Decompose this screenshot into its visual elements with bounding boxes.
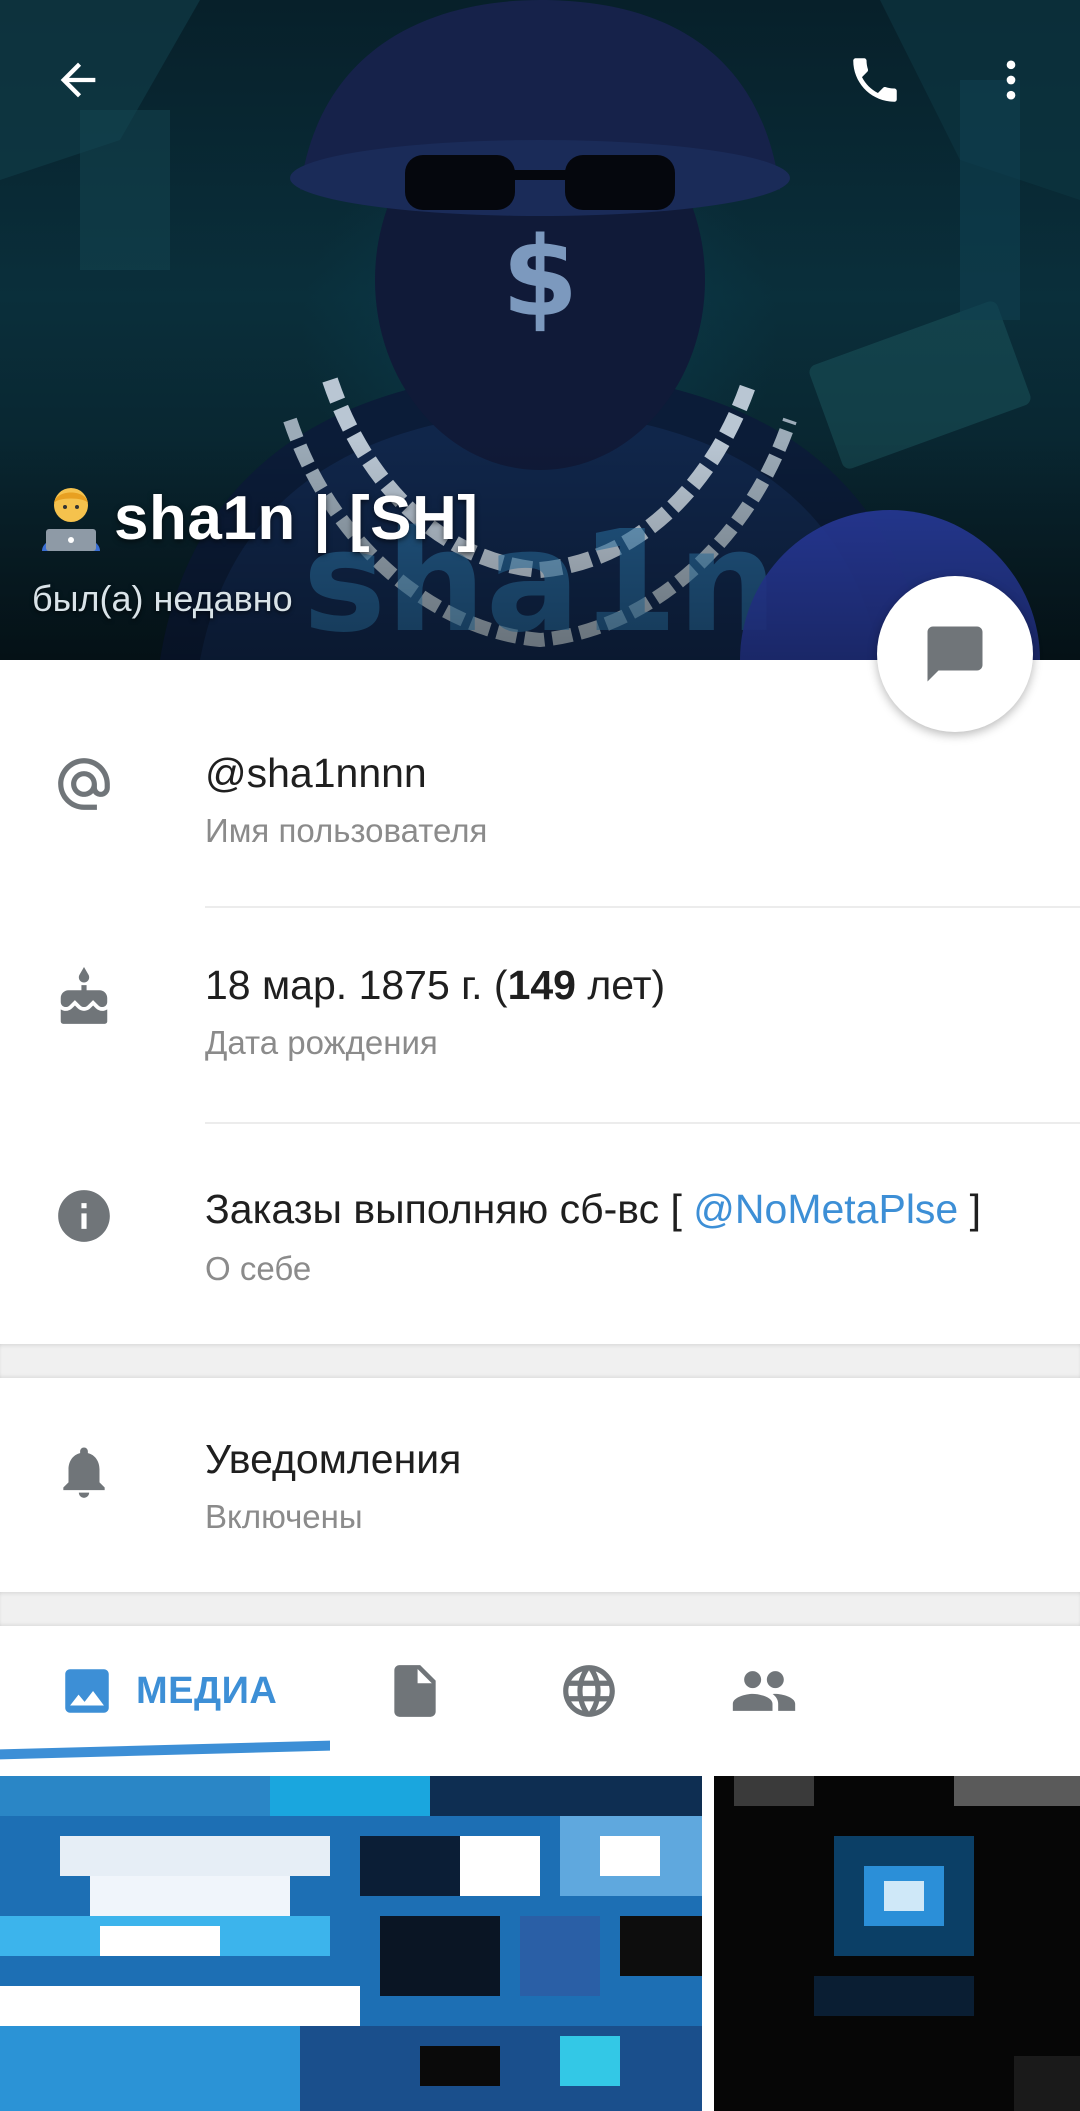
media-thumbnail[interactable] [0,1776,702,2111]
globe-icon [563,1665,615,1717]
more-options-button[interactable] [966,35,1056,125]
profile-name: sha1n | [SH] [34,478,478,558]
image-icon [65,1669,109,1713]
username-value: @sha1nnnn [205,750,427,796]
birthday-suffix: лет) [575,962,666,1008]
birthday-label: Дата рождения [205,1024,438,1061]
last-seen-status: был(а) недавно [32,578,293,619]
profile-cover: $ sha1n | [SH] был(а) недавно [0,0,1080,660]
send-message-button[interactable] [877,576,1033,732]
arrow-back-icon [60,62,96,98]
svg-text:$: $ [502,213,579,341]
media-thumbnail[interactable] [714,1776,1080,2111]
profile-name-text: sha1n | [SH] [114,483,479,553]
birthday-date: 18 мар. 1875 г. ( [205,962,508,1008]
section-separator [0,1344,1080,1378]
tab-media-label: МЕДИА [136,1669,278,1712]
tab-media[interactable]: МЕДИА [58,1656,277,1726]
more-vert-icon [1006,60,1016,100]
back-button[interactable] [33,35,123,125]
message-icon [927,626,983,682]
call-button[interactable] [830,35,920,125]
notifications-title: Уведомления [205,1436,462,1482]
bell-icon [52,1440,116,1504]
notifications-value: Включены [205,1498,363,1535]
birthday-row[interactable]: 18 мар. 1875 г. (149 лет) Дата рождения [0,908,1080,1124]
info-icon [52,1184,116,1248]
blurred-image [714,1776,1080,2111]
bio-text: Заказы выполняю сб-вс [ @NoMetaPlse ] [205,1186,981,1233]
bio-text-main: Заказы выполняю сб-вс [ [205,1186,694,1232]
birthday-value: 18 мар. 1875 г. (149 лет) [205,962,665,1009]
blurred-image [0,1776,702,2111]
shared-media-tabs: МЕДИА [0,1626,1080,1756]
bio-label: О себе [205,1250,312,1287]
people-icon [732,1671,796,1711]
technologist-emoji-icon [42,488,100,551]
tab-links[interactable] [558,1656,620,1726]
bio-row[interactable]: Заказы выполняю сб-вс [ @NoMetaPlse ] О … [0,1124,1080,1344]
cake-icon [52,966,116,1030]
section-separator [0,1592,1080,1626]
phone-icon [853,58,897,102]
at-sign-icon [52,752,116,816]
bio-mention-link[interactable]: @NoMetaPlse [693,1186,958,1232]
notifications-row[interactable]: Уведомления Включены [0,1378,1080,1592]
bio-text-end: ] [958,1186,982,1232]
tab-groups[interactable] [730,1656,798,1726]
birthday-age: 149 [507,962,576,1008]
tab-files[interactable] [384,1656,446,1726]
file-icon [394,1665,436,1717]
username-label: Имя пользователя [205,812,488,849]
